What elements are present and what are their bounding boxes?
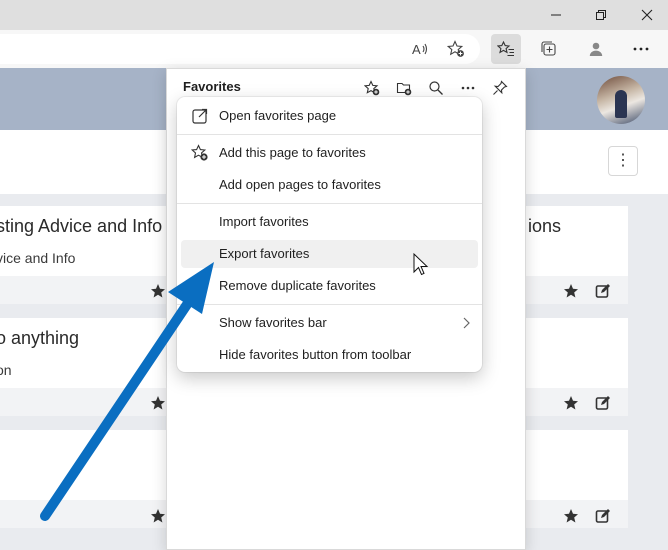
favorites-icon: [497, 40, 514, 57]
favorites-more-menu: Open favorites page Add this page to fav…: [177, 97, 482, 372]
favorites-panel-title: Favorites: [183, 79, 241, 94]
menu-item-label: Show favorites bar: [219, 315, 327, 330]
window-title-bar: [0, 0, 668, 30]
restore-button[interactable]: [581, 0, 621, 30]
card-title: o anything: [0, 328, 80, 348]
more-button[interactable]: [626, 34, 656, 64]
edit-icon[interactable]: [595, 395, 611, 411]
star-icon[interactable]: [150, 395, 166, 411]
menu-item-export-favorites[interactable]: Export favorites: [181, 240, 478, 268]
add-folder-icon: [396, 82, 412, 96]
menu-divider: [177, 304, 482, 305]
star-icon[interactable]: [150, 508, 166, 524]
menu-item-remove-duplicates[interactable]: Remove duplicate favorites: [181, 272, 478, 300]
close-button[interactable]: [627, 0, 667, 30]
search-icon: [429, 81, 443, 95]
menu-divider: [177, 134, 482, 135]
minimize-icon: [551, 14, 561, 16]
card-subtitle: on: [0, 362, 12, 378]
more-icon: [633, 47, 649, 51]
read-aloud-icon: A: [412, 42, 428, 57]
star-icon[interactable]: [563, 508, 579, 524]
star-icon[interactable]: [563, 283, 579, 299]
card-title: sting Advice and Info: [0, 216, 163, 236]
edit-icon[interactable]: [595, 508, 611, 524]
close-icon: [641, 9, 653, 21]
browser-toolbar: A: [0, 30, 668, 68]
add-favorite-icon: [447, 40, 464, 57]
star-icon[interactable]: [563, 395, 579, 411]
menu-item-add-this-page[interactable]: Add this page to favorites: [181, 139, 478, 167]
pin-icon: [493, 80, 508, 95]
favorites-button[interactable]: [491, 34, 521, 64]
svg-text:A: A: [412, 42, 421, 57]
avatar[interactable]: [597, 76, 645, 124]
menu-item-label: Import favorites: [219, 214, 309, 229]
add-favorite-icon: [364, 80, 380, 96]
menu-item-open-favorites-page[interactable]: Open favorites page: [181, 102, 478, 130]
add-favorite-icon: [191, 144, 208, 161]
menu-item-label: Export favorites: [219, 246, 310, 261]
star-icon[interactable]: [150, 283, 166, 299]
menu-item-label: Add this page to favorites: [219, 145, 366, 160]
pin-button[interactable]: [487, 75, 513, 101]
add-favorite-button[interactable]: [441, 34, 471, 64]
profile-button[interactable]: [581, 34, 611, 64]
menu-item-label: Hide favorites button from toolbar: [219, 347, 412, 362]
menu-item-hide-favorites-button[interactable]: Hide favorites button from toolbar: [181, 341, 478, 369]
card-subtitle: vice and Info: [0, 250, 76, 266]
minimize-button[interactable]: [536, 0, 576, 30]
collections-button[interactable]: [534, 34, 564, 64]
profile-icon: [589, 42, 603, 56]
menu-divider: [177, 203, 482, 204]
restore-icon: [596, 10, 606, 20]
menu-item-import-favorites[interactable]: Import favorites: [181, 208, 478, 236]
open-external-icon: [192, 108, 208, 124]
menu-item-show-favorites-bar[interactable]: Show favorites bar: [181, 309, 478, 337]
kebab-icon: ⋮: [615, 152, 631, 169]
card-title-right: ions: [528, 216, 562, 236]
menu-item-label: Open favorites page: [219, 108, 337, 123]
chevron-right-icon: [463, 317, 470, 329]
menu-item-label: Remove duplicate favorites: [219, 278, 376, 293]
menu-item-label: Add open pages to favorites: [219, 177, 381, 192]
collections-icon: [541, 41, 556, 56]
page-more-button[interactable]: ⋮: [608, 146, 638, 176]
edit-icon[interactable]: [595, 283, 611, 299]
menu-item-add-open-pages[interactable]: Add open pages to favorites: [181, 171, 478, 199]
read-aloud-button[interactable]: A: [405, 34, 435, 64]
more-icon: [461, 86, 475, 90]
